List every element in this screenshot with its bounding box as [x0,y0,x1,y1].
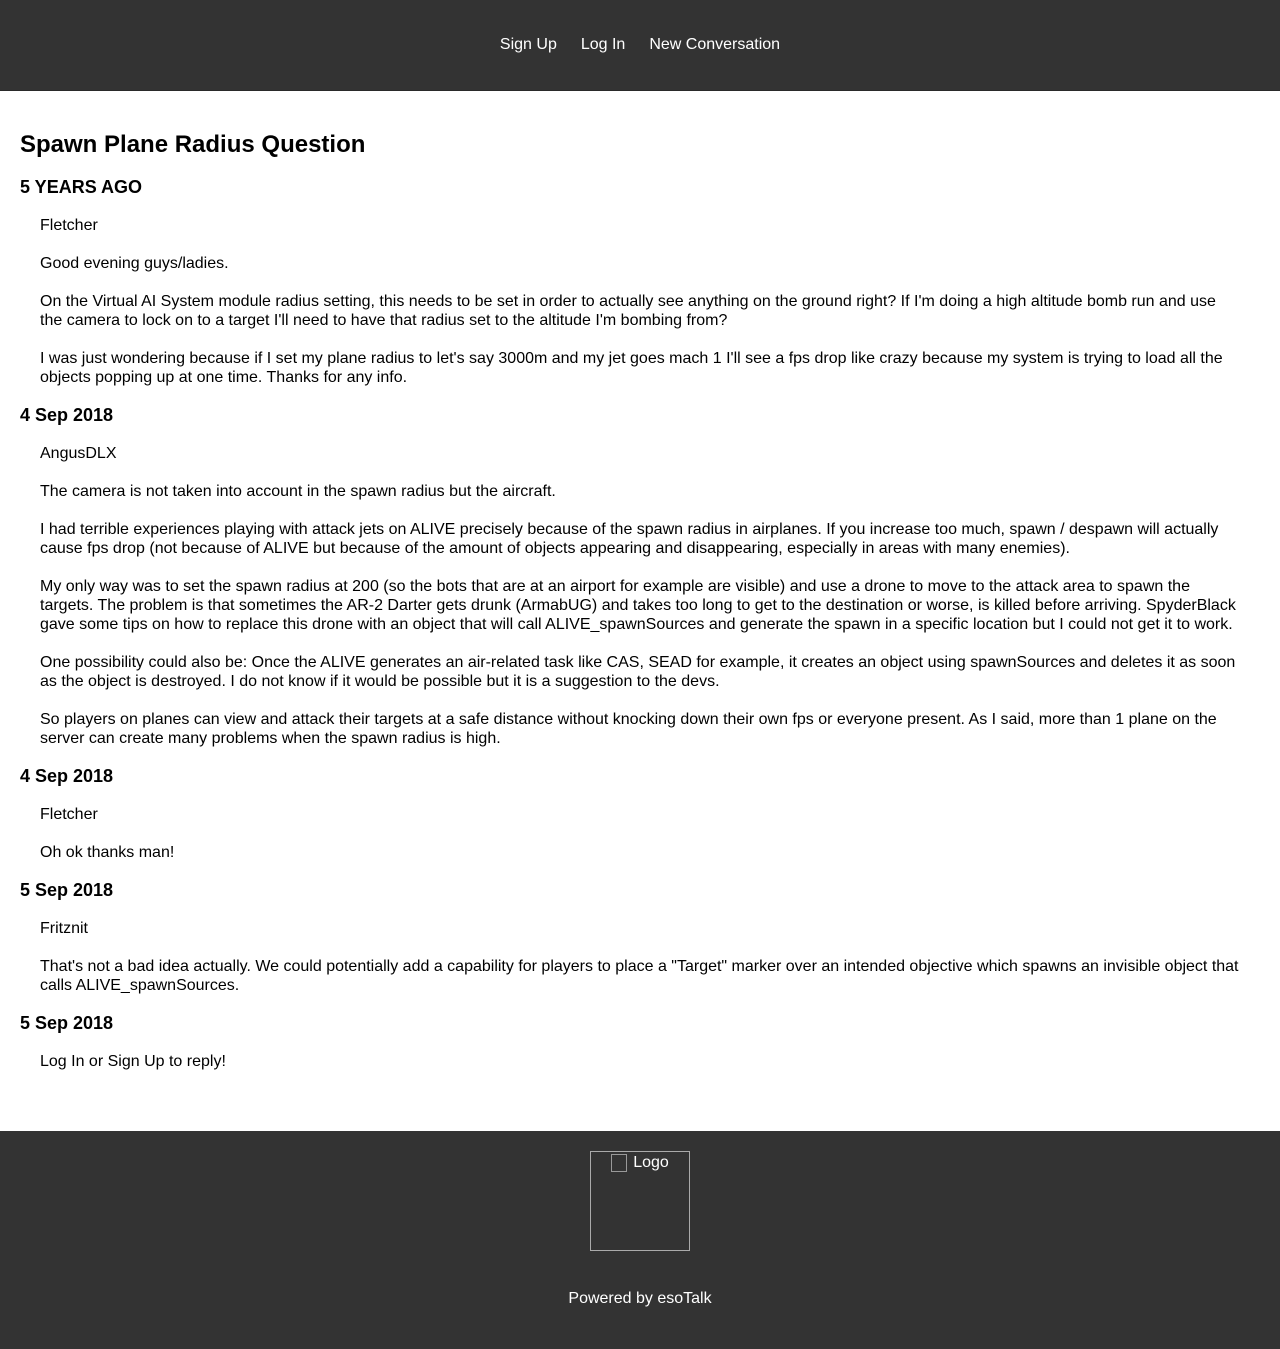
post-date: 5 YEARS AGO [20,177,143,197]
post-paragraph: So players on planes can view and attack… [40,711,1217,747]
post-2: 4 Sep 2018 AngusDLX The camera is not ta… [20,405,1240,748]
post-4: 5 Sep 2018 Fritznit That's not a bad ide… [20,880,1240,995]
logo-image: Logo [590,1151,690,1251]
post-author: Fritznit [40,920,88,937]
reply-prompt[interactable]: Log In or Sign Up to reply! [40,1052,1240,1071]
post-author: AngusDLX [40,445,117,462]
main-nav: Sign Up Log In New Conversation [488,36,792,54]
post-body: Fletcher Good evening guys/ladies. On th… [40,216,1240,387]
reply-date: 5 Sep 2018 [20,1013,114,1033]
post-date: 4 Sep 2018 [20,405,114,425]
login-link[interactable]: Log In [581,36,625,54]
post-paragraph: On the Virtual AI System module radius s… [40,293,1216,329]
post-paragraph: I was just wondering because if I set my… [40,350,1223,386]
post-1: 5 YEARS AGO Fletcher Good evening guys/l… [20,177,1240,387]
post-paragraph: I had terrible experiences playing with … [40,521,1219,557]
post-paragraph: Good evening guys/ladies. [40,255,229,272]
new-conversation-link[interactable]: New Conversation [649,36,780,54]
post-paragraph: One possibility could also be: Once the … [40,654,1236,690]
post-paragraph: Oh ok thanks man! [40,844,175,861]
post-author: Fletcher [40,806,98,823]
top-navigation-bar: Sign Up Log In New Conversation [0,0,1280,91]
conversation-main: Spawn Plane Radius Question 5 YEARS AGO … [20,131,1240,1089]
powered-by-text[interactable]: Powered by esoTalk [0,1290,1280,1308]
signup-link[interactable]: Sign Up [500,36,557,54]
post-body: Fritznit That's not a bad idea actually.… [40,919,1240,995]
post-paragraph: My only way was to set the spawn radius … [40,578,1236,633]
logo-alt-text: Logo [633,1154,669,1171]
reply-body: Log In or Sign Up to reply! [40,1052,1240,1071]
reply-section: 5 Sep 2018 Log In or Sign Up to reply! [20,1013,1240,1071]
post-body: Fletcher Oh ok thanks man! [40,805,1240,862]
conversation-title: Spawn Plane Radius Question [20,131,366,158]
footer: Logo Powered by esoTalk [0,1131,1280,1349]
post-paragraph: That's not a bad idea actually. We could… [40,958,1239,994]
post-paragraph: The camera is not taken into account in … [40,483,556,500]
post-date: 4 Sep 2018 [20,766,114,786]
post-body: AngusDLX The camera is not taken into ac… [40,444,1240,748]
broken-image-icon [611,1154,628,1172]
post-author: Fletcher [40,217,98,234]
post-3: 4 Sep 2018 Fletcher Oh ok thanks man! [20,766,1240,862]
post-date: 5 Sep 2018 [20,880,114,900]
